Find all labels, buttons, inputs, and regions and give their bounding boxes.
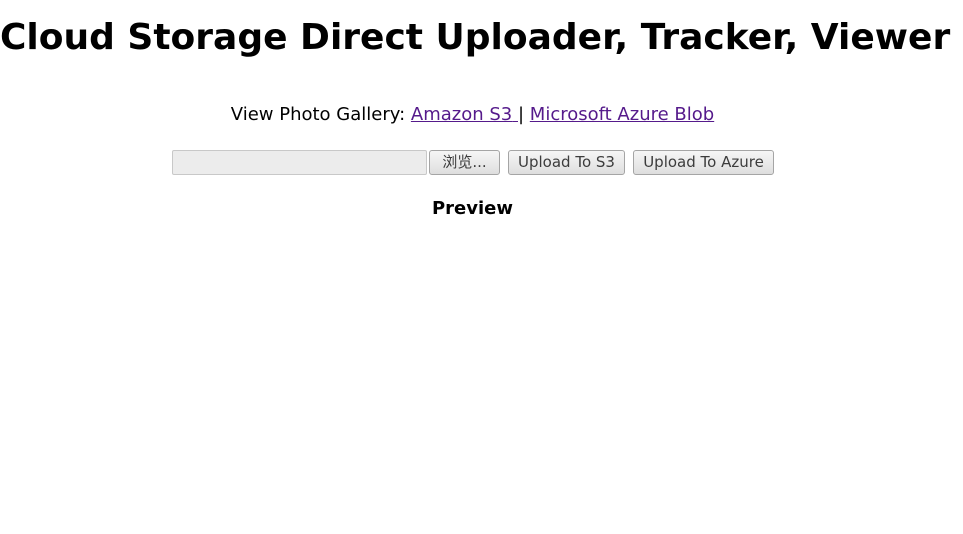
gallery-label: View Photo Gallery:: [230, 104, 406, 125]
file-path-field[interactable]: [172, 150, 427, 175]
azure-blob-gallery-link[interactable]: Microsoft Azure Blob: [530, 104, 714, 125]
gallery-links-line: View Photo Gallery: Amazon S3 | Microsof…: [0, 103, 945, 127]
amazon-s3-gallery-link[interactable]: Amazon S3: [411, 104, 518, 125]
preview-heading: Preview: [431, 198, 514, 219]
link-separator: |: [517, 104, 525, 125]
browse-button[interactable]: 浏览...: [429, 150, 500, 175]
page-title: Cloud Storage Direct Uploader, Tracker, …: [0, 17, 951, 58]
upload-to-s3-button[interactable]: Upload To S3: [508, 150, 625, 175]
upload-to-azure-button[interactable]: Upload To Azure: [633, 150, 774, 175]
